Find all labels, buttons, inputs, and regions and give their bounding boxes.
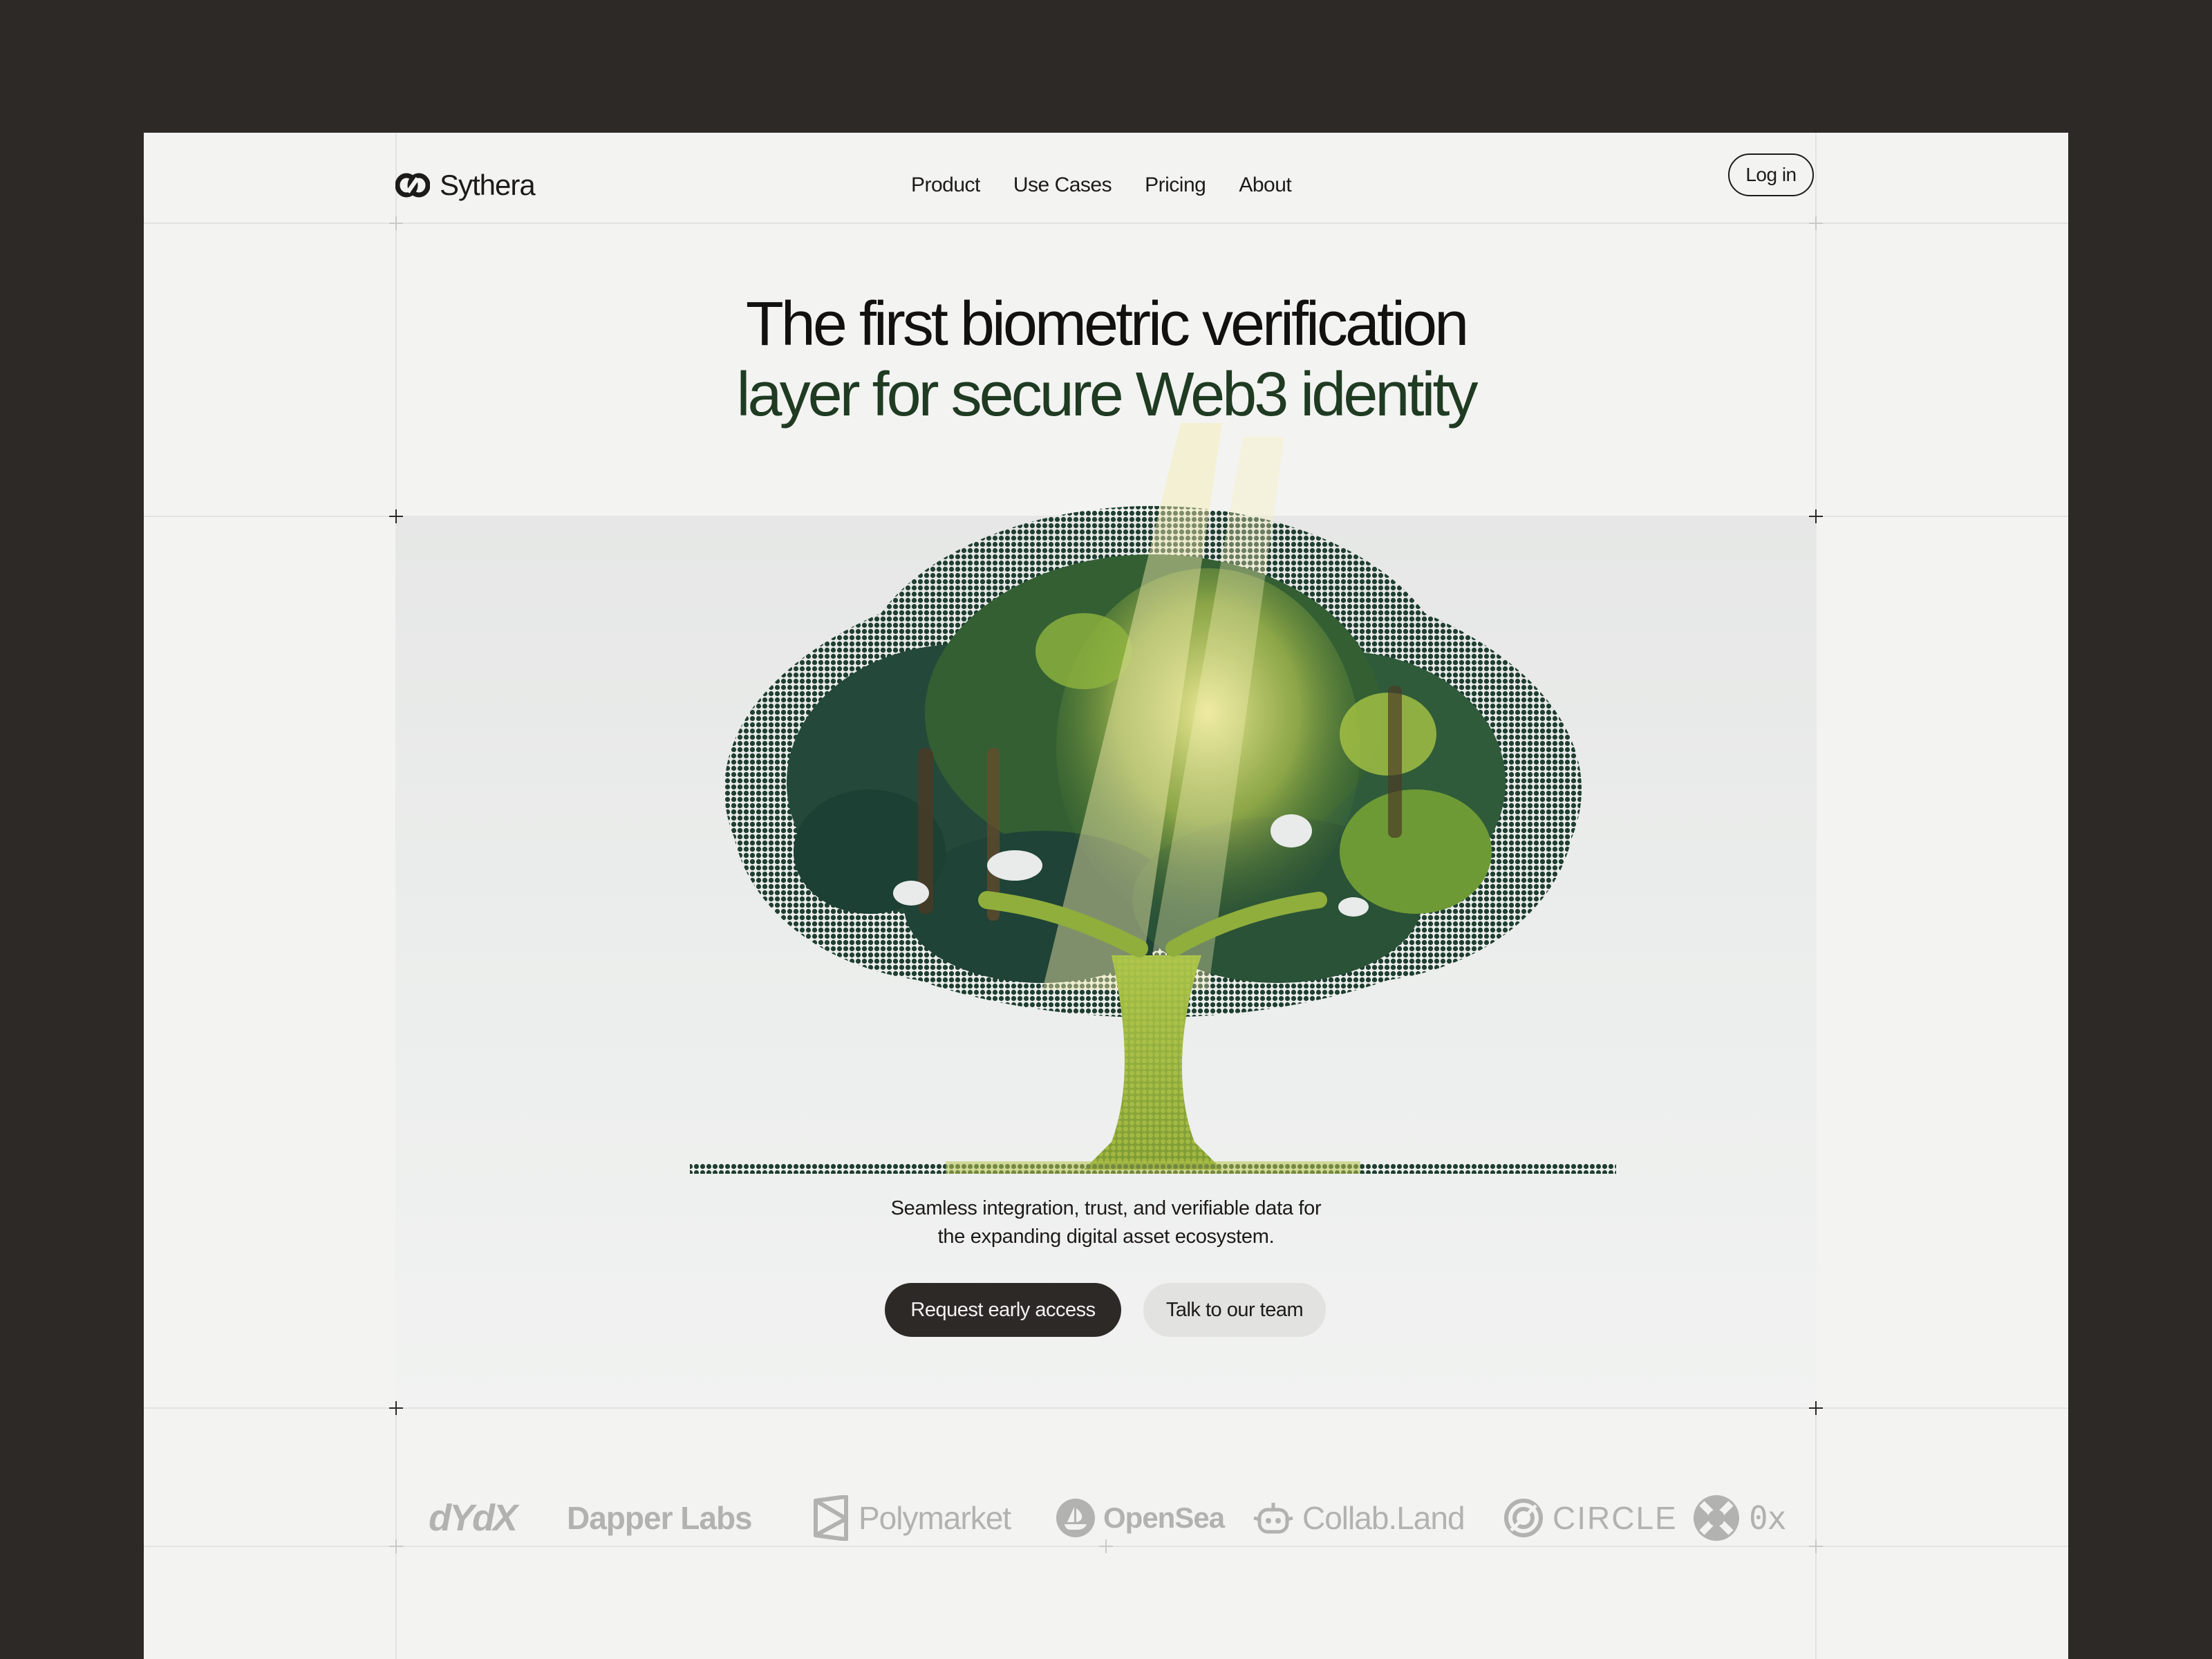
- hero-subtext: Seamless integration, trust, and verifia…: [144, 1194, 2068, 1251]
- crosshair-marker: [1809, 509, 1823, 523]
- halftone-tree-illustration: [690, 423, 1616, 1174]
- partner-logo-opensea: OpenSea: [1056, 1449, 1225, 1587]
- main-nav: Product Use Cases Pricing About: [911, 158, 1292, 213]
- partner-logo-dapper-labs: Dapper Labs: [567, 1449, 753, 1587]
- subtext-line-2: the expanding digital asset ecosystem.: [937, 1226, 1275, 1248]
- partner-name: OpenSea: [1103, 1501, 1225, 1534]
- grid-guide: [144, 223, 2068, 224]
- nav-item-pricing[interactable]: Pricing: [1145, 174, 1206, 197]
- brand-name: Sythera: [440, 169, 536, 201]
- robot-head-icon: [1253, 1503, 1293, 1534]
- nav-item-about[interactable]: About: [1239, 174, 1291, 197]
- landing-page: Sythera Product Use Cases Pricing About …: [144, 133, 2068, 1659]
- hero-headline: The first biometric verification layer f…: [144, 289, 2068, 430]
- partner-name: Polymarket: [859, 1500, 1011, 1536]
- talk-to-team-button[interactable]: Talk to our team: [1143, 1283, 1326, 1337]
- partner-name: 0x: [1749, 1499, 1786, 1537]
- grid-guide: [144, 1407, 2068, 1409]
- subtext-line-1: Seamless integration, trust, and verifia…: [890, 1197, 1322, 1219]
- crosshair-marker: [1809, 1401, 1823, 1415]
- request-access-button[interactable]: Request early access: [885, 1283, 1121, 1337]
- nav-item-product[interactable]: Product: [911, 174, 980, 197]
- circle-brand-icon: [1504, 1499, 1543, 1537]
- brand-logo[interactable]: Sythera: [395, 158, 536, 213]
- partner-name: Collab.Land: [1302, 1500, 1465, 1536]
- partner-logo-dydx: dYdX: [429, 1449, 518, 1587]
- partner-logo-circle: CIRCLE: [1503, 1449, 1678, 1587]
- 0x-protocol-icon: [1694, 1495, 1739, 1541]
- partner-logos: dYdX Dapper Labs Polymarket OpenSea Coll…: [144, 1449, 2068, 1587]
- nav-item-use-cases[interactable]: Use Cases: [1013, 174, 1112, 197]
- crosshair-marker: [389, 216, 403, 230]
- crosshair-marker: [389, 1401, 403, 1415]
- partner-logo-polymarket: Polymarket: [812, 1449, 1011, 1587]
- polymarket-icon: [814, 1495, 848, 1541]
- partner-name: dYdX: [429, 1497, 518, 1539]
- partner-name: CIRCLE: [1553, 1500, 1678, 1536]
- linked-chain-icon: [395, 173, 430, 198]
- partner-logo-0x: 0x: [1692, 1449, 1786, 1587]
- crosshair-marker: [1809, 216, 1823, 230]
- cta-group: Request early access Talk to our team: [885, 1283, 1326, 1337]
- partner-name: Dapper Labs: [567, 1500, 753, 1536]
- opensea-icon: [1056, 1499, 1095, 1537]
- crosshair-marker: [389, 509, 403, 523]
- login-button[interactable]: Log in: [1728, 153, 1814, 196]
- headline-line-2: layer for secure Web3 identity: [736, 360, 1479, 429]
- partner-logo-collab-land: Collab.Land: [1253, 1449, 1465, 1587]
- headline-line-1: The first biometric verification: [745, 290, 1469, 359]
